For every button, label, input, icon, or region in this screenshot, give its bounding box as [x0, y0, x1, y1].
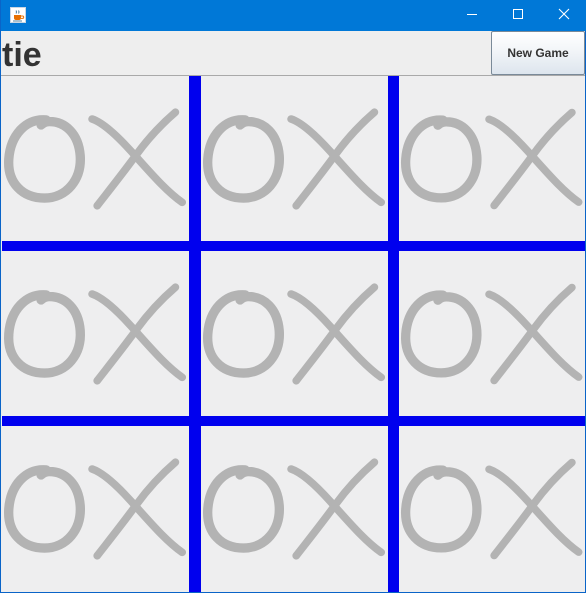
maximize-icon — [512, 7, 524, 25]
close-icon — [558, 7, 570, 25]
board-cell-r3-c3[interactable] — [399, 426, 585, 592]
board-cell-r1-c3[interactable] — [399, 76, 585, 241]
o-mark-icon — [4, 289, 85, 378]
minimize-button[interactable] — [449, 0, 495, 31]
minimize-icon — [466, 7, 478, 25]
title-bar[interactable] — [1, 0, 586, 31]
o-mark-icon — [4, 114, 85, 203]
o-mark-icon — [4, 465, 85, 553]
x-mark-icon — [287, 107, 386, 210]
x-mark-icon — [287, 282, 386, 385]
board-cell-r1-c1[interactable] — [2, 76, 189, 241]
board-cell-r3-c2[interactable] — [201, 426, 388, 592]
o-mark-icon — [203, 289, 284, 378]
game-board — [2, 76, 585, 592]
o-mark-icon — [203, 114, 284, 203]
x-mark-icon — [88, 458, 187, 560]
x-mark-icon — [484, 108, 583, 209]
x-mark-icon — [484, 283, 583, 384]
board-cell-r2-c1[interactable] — [2, 251, 189, 416]
maximize-button[interactable] — [495, 0, 541, 31]
board-cell-r1-c2[interactable] — [201, 76, 388, 241]
x-mark-icon — [287, 458, 386, 560]
game-window: tie New Game — [0, 0, 586, 593]
game-status-label: tie — [2, 36, 42, 74]
o-mark-icon — [401, 465, 482, 553]
x-mark-icon — [484, 458, 583, 560]
x-mark-icon — [88, 107, 187, 210]
close-button[interactable] — [541, 0, 586, 31]
x-mark-icon — [88, 282, 187, 385]
board-cell-r3-c1[interactable] — [2, 426, 189, 592]
board-cell-r2-c3[interactable] — [399, 251, 585, 416]
new-game-button[interactable]: New Game — [491, 31, 585, 75]
java-coffee-cup-icon — [10, 7, 26, 23]
o-mark-icon — [203, 465, 284, 553]
o-mark-icon — [401, 289, 482, 378]
status-bar: tie New Game — [1, 31, 585, 76]
o-mark-icon — [401, 114, 482, 203]
board-cell-r2-c2[interactable] — [201, 251, 388, 416]
